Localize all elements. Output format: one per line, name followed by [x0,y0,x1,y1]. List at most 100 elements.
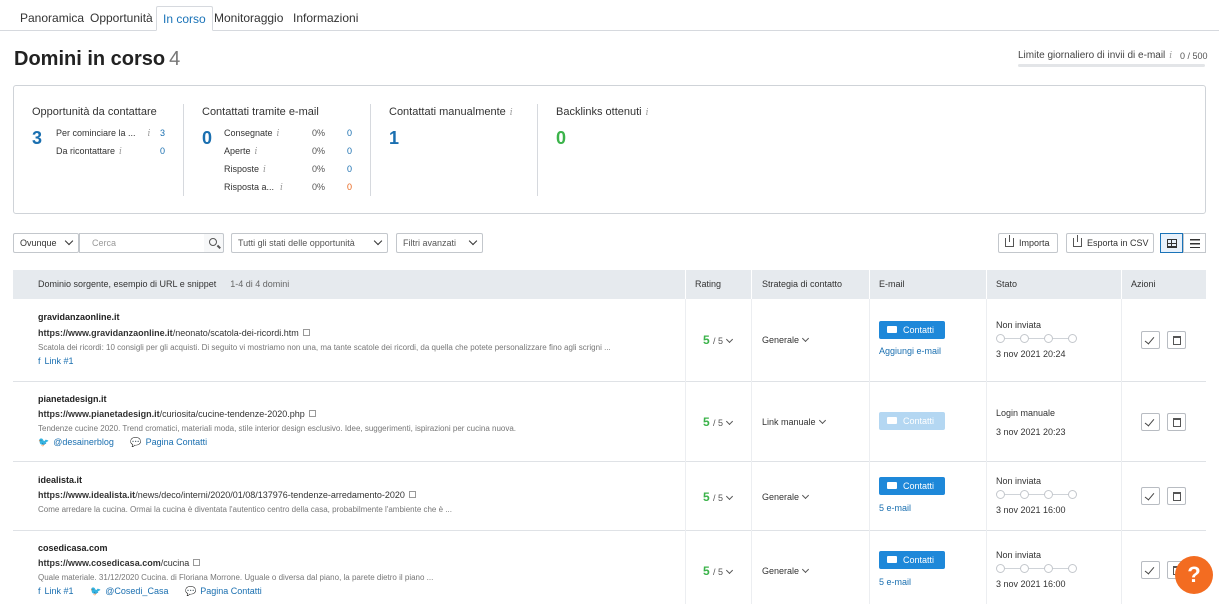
rating-dropdown[interactable]: 5 / 5 [703,415,734,429]
info-icon[interactable]: i [510,108,513,118]
th-status[interactable]: Stato [996,270,1017,299]
stat-opportunita-row[interactable]: Da ricontattare i 0 [56,146,165,157]
th-divider [986,270,987,299]
emails-link[interactable]: 5 e-mail [879,577,911,587]
twitter-icon: 🐦 [38,437,50,447]
tab-panoramica[interactable]: Panoramica [14,6,90,31]
grid-view-button[interactable] [1160,233,1183,253]
external-link-icon[interactable] [193,559,201,566]
stat-backlinks-value[interactable]: 0 [556,128,566,149]
row-link-label: Pagina Contatti [200,586,262,596]
mark-done-button[interactable] [1141,487,1160,505]
rating-dropdown[interactable]: 5 / 5 [703,564,734,578]
info-icon[interactable]: i [255,147,258,157]
row-url[interactable]: https://www.gravidanzaonline.it/neonato/… [38,328,310,338]
info-icon[interactable]: i [646,108,649,118]
external-link-icon[interactable] [308,410,316,417]
progress-step [1068,334,1077,343]
row-link[interactable]: 💬 Pagina Contatti [130,437,207,447]
row-link-label: Link #1 [44,356,74,366]
mark-done-button[interactable] [1141,413,1160,431]
help-button[interactable]: ? [1175,556,1213,594]
stat-email-value[interactable]: 0 [202,128,212,149]
tab-informazioni[interactable]: Informazioni [287,6,364,31]
mark-done-button[interactable] [1141,331,1160,349]
export-csv-button[interactable]: Esporta in CSV [1066,233,1154,253]
stat-email-row[interactable]: Consegnate i 0% 0 [224,128,352,139]
row-snippet: Quale materiale. 31/12/2020 Cucina. di F… [38,573,434,582]
scope-select[interactable]: Ovunque [13,233,79,253]
delete-button[interactable] [1167,331,1186,349]
status-filter-select[interactable]: Tutti gli stati delle opportunità [231,233,388,253]
chevron-down-icon [373,236,383,246]
rating-max: / 5 [713,493,724,503]
contact-button[interactable]: Contatti [879,321,945,339]
contact-button[interactable]: Contatti [879,477,945,495]
export-label: Esporta in CSV [1087,238,1149,248]
stat-opportunita-row[interactable]: Per cominciare la ... i 3 [56,128,165,139]
th-strategy[interactable]: Strategia di contatto [762,270,842,299]
import-icon [1005,235,1014,247]
stat-row-num[interactable]: 0 [160,146,165,156]
info-icon[interactable]: i [1169,51,1172,61]
col-divider [1121,299,1122,382]
info-icon[interactable]: i [148,129,151,139]
stat-manual-value[interactable]: 1 [389,128,399,149]
stat-row-num[interactable]: 0 [347,164,352,174]
contact-button[interactable]: Contatti [879,551,945,569]
delete-button[interactable] [1167,413,1186,431]
stat-email-row[interactable]: Risposta a... i 0% 0 [224,182,352,193]
stat-row-num[interactable]: 0 [347,128,352,138]
tab-opportunita[interactable]: Opportunità [84,6,159,31]
stat-row-num[interactable]: 3 [160,128,165,138]
strategy-dropdown[interactable]: Generale [762,565,810,576]
row-link[interactable]: 🐦 @desainerblog [38,437,114,447]
stat-email-row[interactable]: Risposte i 0% 0 [224,164,352,175]
list-view-button[interactable] [1183,233,1206,253]
stat-row-label: Risposte [224,164,260,174]
search-button[interactable] [204,233,224,253]
contact-label: Contatti [903,481,935,491]
search-input[interactable]: Cerca [79,233,205,253]
info-icon[interactable]: i [280,183,283,193]
col-divider [869,299,870,382]
tab-monitoraggio[interactable]: Monitoraggio [208,6,289,31]
row-url[interactable]: https://www.pianetadesign.it/curiosita/c… [38,409,316,419]
info-icon[interactable]: i [119,147,122,157]
advanced-filters-button[interactable]: Filtri avanzati [396,233,483,253]
row-date: 3 nov 2021 16:00 [996,505,1066,515]
import-button[interactable]: Importa [998,233,1058,253]
add-email-link[interactable]: Aggiungi e-mail [879,346,941,356]
row-link[interactable]: f Link #1 [38,356,74,366]
row-status: Non inviata [996,320,1042,330]
tab-in-corso[interactable]: In corso [156,6,213,31]
row-url[interactable]: https://www.idealista.it/news/deco/inter… [38,490,416,500]
stat-opportunita-value[interactable]: 3 [32,128,42,149]
th-rating[interactable]: Rating [695,270,721,299]
stat-row-num[interactable]: 0 [347,182,352,192]
external-link-icon[interactable] [408,491,416,498]
rating-dropdown[interactable]: 5 / 5 [703,490,734,504]
row-link[interactable]: 💬 Pagina Contatti [185,586,262,596]
row-link[interactable]: 🐦 @Cosedi_Casa [90,586,168,596]
stat-email-row[interactable]: Aperte i 0% 0 [224,146,352,157]
strategy-dropdown[interactable]: Generale [762,334,810,345]
delete-button[interactable] [1167,487,1186,505]
row-url[interactable]: https://www.cosedicasa.com/cucina [38,558,201,568]
row-link-label: @desainerblog [53,437,114,447]
external-link-icon[interactable] [302,329,310,336]
strategy-dropdown[interactable]: Link manuale [762,416,826,427]
strategy-dropdown[interactable]: Generale [762,491,810,502]
page-title-count: 4 [169,48,181,70]
emails-link[interactable]: 5 e-mail [879,503,911,513]
info-icon[interactable]: i [277,129,280,139]
mark-done-button[interactable] [1141,561,1160,579]
rating-dropdown[interactable]: 5 / 5 [703,333,734,347]
col-divider [986,462,987,531]
row-link[interactable]: f Link #1 [38,586,74,596]
col-divider [685,531,686,604]
row-domain: gravidanzaonline.it [38,312,120,322]
stat-row-num[interactable]: 0 [347,146,352,156]
facebook-icon: f [38,586,41,596]
info-icon[interactable]: i [263,165,266,175]
